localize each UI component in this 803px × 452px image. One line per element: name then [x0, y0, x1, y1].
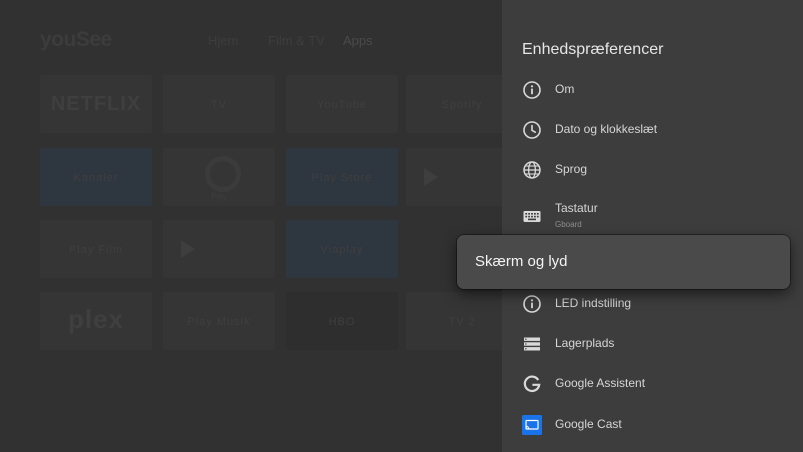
menu-item-display-sound[interactable]: Skærm og lyd — [457, 235, 790, 289]
play-icon — [424, 168, 438, 186]
menu-item-label: Sprog — [555, 162, 588, 176]
app-tile: YouTube — [286, 75, 398, 133]
menu-item-label: Tastatur — [555, 201, 598, 215]
play-icon — [181, 240, 195, 258]
device-preferences-panel: Enhedspræferencer Om Dato og klokkeslæt … — [502, 0, 803, 452]
nav-film-tv: Film & TV — [268, 33, 325, 48]
nav-home: Hjem — [208, 33, 239, 48]
app-tile: Viaplay — [286, 220, 398, 278]
keyboard-icon — [522, 206, 542, 226]
play-ring-icon — [205, 156, 241, 192]
menu-item-keyboard[interactable]: Tastatur Gboard — [522, 198, 792, 234]
menu-item-om[interactable]: Om — [522, 72, 792, 108]
app-tile: Play — [163, 148, 275, 206]
panel-title: Enhedspræferencer — [522, 41, 664, 58]
menu-item-storage[interactable]: Lagerplads — [522, 326, 792, 362]
menu-item-led-settings[interactable]: LED indstilling — [522, 286, 792, 322]
clock-icon — [522, 120, 542, 140]
app-tile: NETFLIX — [40, 75, 152, 133]
info-icon — [522, 80, 542, 100]
app-tile: HBO — [286, 292, 398, 350]
menu-item-google-cast[interactable]: Google Cast — [522, 407, 792, 443]
yousee-logo: youSee — [40, 28, 112, 51]
menu-item-label: Dato og klokkeslæt — [555, 122, 658, 136]
google-icon — [522, 374, 542, 394]
menu-item-label: Skærm og lyd — [475, 253, 568, 270]
menu-item-label: Google Cast — [555, 417, 622, 431]
menu-item-language[interactable]: Sprog — [522, 152, 792, 188]
app-tile: plex — [40, 292, 152, 350]
app-tile: Kanaler — [40, 148, 152, 206]
app-tile: Play Store — [286, 148, 398, 206]
menu-item-sublabel: Gboard — [555, 220, 582, 229]
app-tile: Play Musik — [163, 292, 275, 350]
info-icon — [522, 294, 542, 314]
menu-item-label: LED indstilling — [555, 296, 632, 310]
cast-icon — [522, 415, 542, 435]
menu-item-label: Om — [555, 82, 575, 96]
globe-icon — [522, 160, 542, 180]
menu-item-date-time[interactable]: Dato og klokkeslæt — [522, 112, 792, 148]
app-tile: Play Film — [40, 220, 152, 278]
menu-item-google-assistant[interactable]: Google Assistent — [522, 366, 792, 402]
app-tile: TV — [163, 75, 275, 133]
app-tile — [163, 220, 275, 278]
menu-item-label: Lagerplads — [555, 336, 615, 350]
storage-icon — [522, 334, 542, 354]
menu-item-label: Google Assistent — [555, 376, 646, 390]
nav-apps: Apps — [343, 33, 373, 48]
